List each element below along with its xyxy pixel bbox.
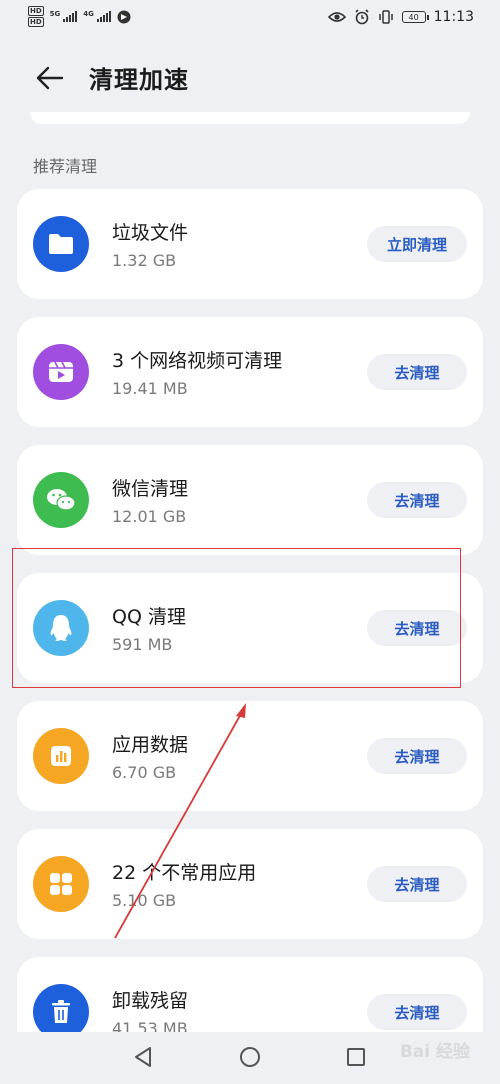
summary-card-bottom <box>30 112 470 124</box>
cleanup-item-wechat[interactable]: 微信清理 12.01 GB 去清理 <box>17 445 483 555</box>
battery-icon: 40 <box>401 11 429 23</box>
vibrate-icon <box>378 10 393 24</box>
header: 清理加速 <box>0 50 500 110</box>
recents-nav-icon[interactable] <box>341 1042 371 1072</box>
clean-now-button[interactable]: 立即清理 <box>367 226 467 262</box>
network-type-2: 4G <box>83 9 94 18</box>
item-title: 微信清理 <box>112 478 189 500</box>
hd-indicators: HD HD <box>28 6 44 27</box>
app-data-icon <box>33 728 89 784</box>
item-title: 22 个不常用应用 <box>112 862 257 884</box>
hd-badge-2: HD <box>28 17 44 27</box>
vpn-icon <box>117 10 131 23</box>
section-label: 推荐清理 <box>33 157 98 176</box>
status-time: 11:13 <box>433 9 474 25</box>
item-size: 12.01 GB <box>112 507 187 526</box>
signal-icon <box>63 11 78 22</box>
eye-icon <box>327 12 346 22</box>
item-title: 3 个网络视频可清理 <box>112 350 283 372</box>
item-size: 5.10 GB <box>112 891 177 910</box>
back-arrow-icon[interactable] <box>34 62 66 94</box>
back-nav-icon[interactable] <box>128 1042 158 1072</box>
cleanup-item-videos[interactable]: 3 个网络视频可清理 19.41 MB 去清理 <box>17 317 483 427</box>
apps-grid-icon <box>33 856 89 912</box>
hd-badge-1: HD <box>28 6 44 16</box>
folder-icon <box>33 216 89 272</box>
item-size: 19.41 MB <box>112 379 188 398</box>
clean-button[interactable]: 去清理 <box>367 482 467 518</box>
cleanup-item-junk-files[interactable]: 垃圾文件 1.32 GB 立即清理 <box>17 189 483 299</box>
item-title: 应用数据 <box>112 734 189 756</box>
item-title: 垃圾文件 <box>112 222 189 244</box>
clean-button[interactable]: 去清理 <box>367 994 467 1030</box>
item-title: 卸载残留 <box>112 990 189 1012</box>
video-icon <box>33 344 89 400</box>
alarm-icon <box>355 9 369 25</box>
status-right: 40 11:13 <box>327 9 474 25</box>
status-left: HD HD 5G 4G <box>28 6 131 27</box>
clean-button[interactable]: 去清理 <box>367 738 467 774</box>
cleanup-item-app-data[interactable]: 应用数据 6.70 GB 去清理 <box>17 701 483 811</box>
home-nav-icon[interactable] <box>235 1042 265 1072</box>
highlight-box <box>12 548 461 688</box>
status-bar: HD HD 5G 4G 40 11:13 <box>0 0 500 36</box>
signal-icon-2 <box>96 11 111 22</box>
clean-button[interactable]: 去清理 <box>367 354 467 390</box>
wechat-icon <box>33 472 89 528</box>
clean-button[interactable]: 去清理 <box>367 866 467 902</box>
cleanup-item-unused-apps[interactable]: 22 个不常用应用 5.10 GB 去清理 <box>17 829 483 939</box>
item-size: 1.32 GB <box>112 251 177 270</box>
network-type-1: 5G <box>49 9 61 18</box>
item-size: 6.70 GB <box>112 763 177 782</box>
page-title: 清理加速 <box>89 66 189 94</box>
watermark: Bai 经验 <box>399 1042 470 1062</box>
